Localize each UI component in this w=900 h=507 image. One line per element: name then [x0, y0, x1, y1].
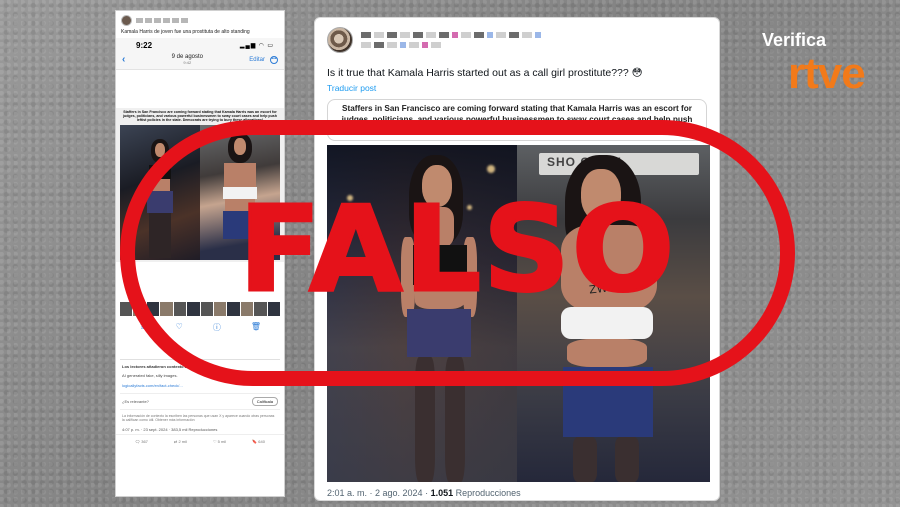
views-label: Reproducciones [453, 488, 521, 498]
note-rate-row: ¿Es relevante? Calificala [120, 392, 280, 410]
photo-nav-bar: ‹ 9 de agosto 9:42 Editar ••• [116, 52, 284, 70]
rate-button[interactable]: Calificala [251, 396, 278, 406]
status-time: 9:22 [136, 41, 153, 50]
note-question: ¿Es relevante? [122, 398, 149, 404]
tweet-user-row [315, 18, 719, 53]
nav-date-time: 9:42 [183, 60, 192, 65]
view-count: 1.051 [430, 488, 454, 498]
tweet-timestamp[interactable]: 2:01 a. m. · 2 ago. 2024 · [327, 488, 431, 498]
logo-verifica: Verifica [762, 30, 827, 50]
phone-bottom-actions: 🗨 367 ⇄ 2 mil ♡ 5 mil 🔖 640 [116, 434, 284, 448]
logo-rtve: rtve [788, 49, 866, 98]
status-bar: 9:22 ▂▄▆ ◠ ▭ [116, 38, 284, 52]
like-count[interactable]: ♡ 5 mil [213, 439, 226, 444]
reply-count[interactable]: 🗨 367 [135, 439, 148, 444]
nav-date: 9 de agosto 9:42 [172, 54, 203, 65]
more-icon[interactable]: ••• [269, 55, 278, 64]
blurred-username [136, 18, 188, 23]
repost-count[interactable]: ⇄ 2 mil [174, 439, 187, 444]
avatar [121, 15, 132, 26]
tweet-meta: 2:01 a. m. · 2 ago. 2024 · 1.051 Reprodu… [327, 488, 521, 498]
edit-button[interactable]: Editar [249, 57, 265, 63]
phone-user-row [116, 11, 284, 28]
nav-right: Editar ••• [249, 55, 278, 64]
falso-stamp-text: FALSO [237, 179, 677, 320]
falso-stamp: FALSO [120, 120, 795, 386]
verifica-rtve-logo: Verifica rtve [754, 30, 874, 110]
note-footer: La información de contexto la escriben l… [122, 413, 275, 423]
avatar[interactable] [327, 27, 353, 53]
translate-link[interactable]: Traducir post [315, 79, 719, 99]
signal-icons: ▂▄▆ ◠ ▭ [239, 43, 274, 49]
bookmark-count[interactable]: 🔖 640 [252, 439, 265, 444]
phone-caption: Kamala Harris de joven fue una prostitut… [121, 29, 250, 35]
back-chevron-icon[interactable]: ‹ [122, 54, 125, 65]
phone-post-meta: 4:07 p. m. · 23 sept. 2024 · 383,5 mil R… [122, 427, 218, 433]
tweet-text: Is it true that Kamala Harris started ou… [327, 67, 643, 79]
blurred-username [361, 32, 541, 48]
